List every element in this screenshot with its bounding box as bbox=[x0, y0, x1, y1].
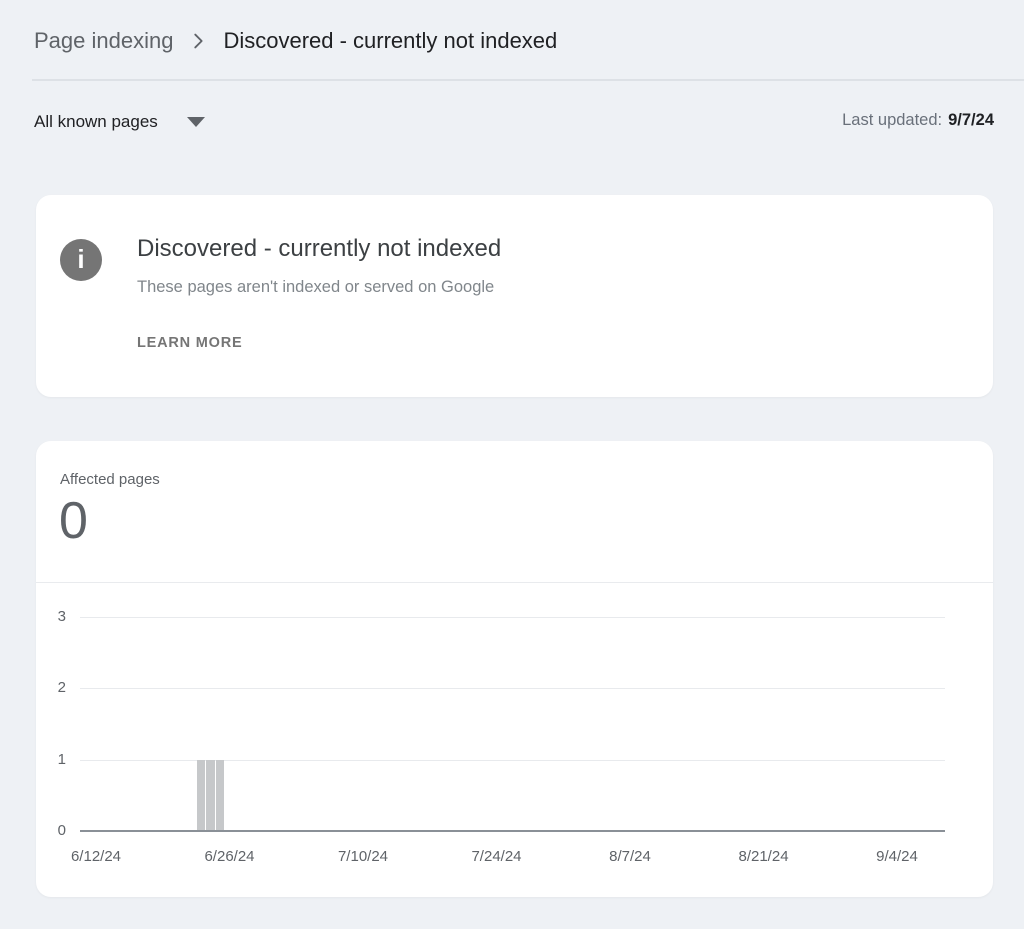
y-axis-tick-label: 2 bbox=[36, 677, 66, 699]
status-info-card: i Discovered - currently not indexed The… bbox=[36, 195, 993, 397]
chart-bar[interactable] bbox=[206, 760, 215, 831]
x-axis-tick-label: 8/7/24 bbox=[585, 847, 675, 867]
chart-bar[interactable] bbox=[216, 760, 225, 831]
x-axis-tick-label: 7/10/24 bbox=[318, 847, 408, 867]
info-icon: i bbox=[60, 239, 102, 281]
header-divider bbox=[32, 79, 1024, 81]
y-gridline-2 bbox=[80, 688, 945, 689]
chevron-right-icon bbox=[187, 30, 209, 52]
last-updated: Last updated: 9/7/24 bbox=[842, 111, 994, 130]
affected-pages-chart: 0 1 2 3 6/12/24 6/26/24 7/10/24 7/24/24 8/7/24 8/… bbox=[36, 441, 993, 897]
affected-pages-card: Affected pages 0 01236/12/246/26/247/10/… bbox=[36, 441, 993, 897]
learn-more-link[interactable]: LEARN MORE bbox=[137, 335, 242, 351]
y-axis-tick-label: 3 bbox=[36, 606, 66, 628]
last-updated-label: Last updated: bbox=[842, 111, 942, 130]
y-axis-tick-label: 0 bbox=[36, 820, 66, 842]
y-axis-tick-label: 1 bbox=[36, 749, 66, 771]
breadcrumb: Page indexing Discovered - currently not… bbox=[34, 24, 557, 58]
x-axis-line bbox=[80, 830, 945, 832]
page-filter-dropdown[interactable]: All known pages bbox=[34, 106, 205, 138]
breadcrumb-current: Discovered - currently not indexed bbox=[223, 28, 557, 54]
x-axis-tick-label: 8/21/24 bbox=[719, 847, 809, 867]
status-subtitle: These pages aren't indexed or served on … bbox=[137, 278, 494, 297]
x-axis-tick-label: 6/26/24 bbox=[185, 847, 275, 867]
y-gridline-3 bbox=[80, 617, 945, 618]
x-axis-tick-label: 6/12/24 bbox=[51, 847, 141, 867]
breadcrumb-page-indexing-link[interactable]: Page indexing bbox=[34, 28, 173, 54]
caret-down-icon bbox=[187, 117, 205, 127]
info-icon-glyph: i bbox=[77, 246, 84, 272]
x-axis-tick-label: 9/4/24 bbox=[852, 847, 942, 867]
status-title: Discovered - currently not indexed bbox=[137, 235, 501, 263]
x-axis-tick-label: 7/24/24 bbox=[452, 847, 542, 867]
last-updated-value: 9/7/24 bbox=[948, 111, 994, 130]
chart-bar[interactable] bbox=[197, 760, 206, 831]
page-filter-label: All known pages bbox=[34, 112, 158, 132]
